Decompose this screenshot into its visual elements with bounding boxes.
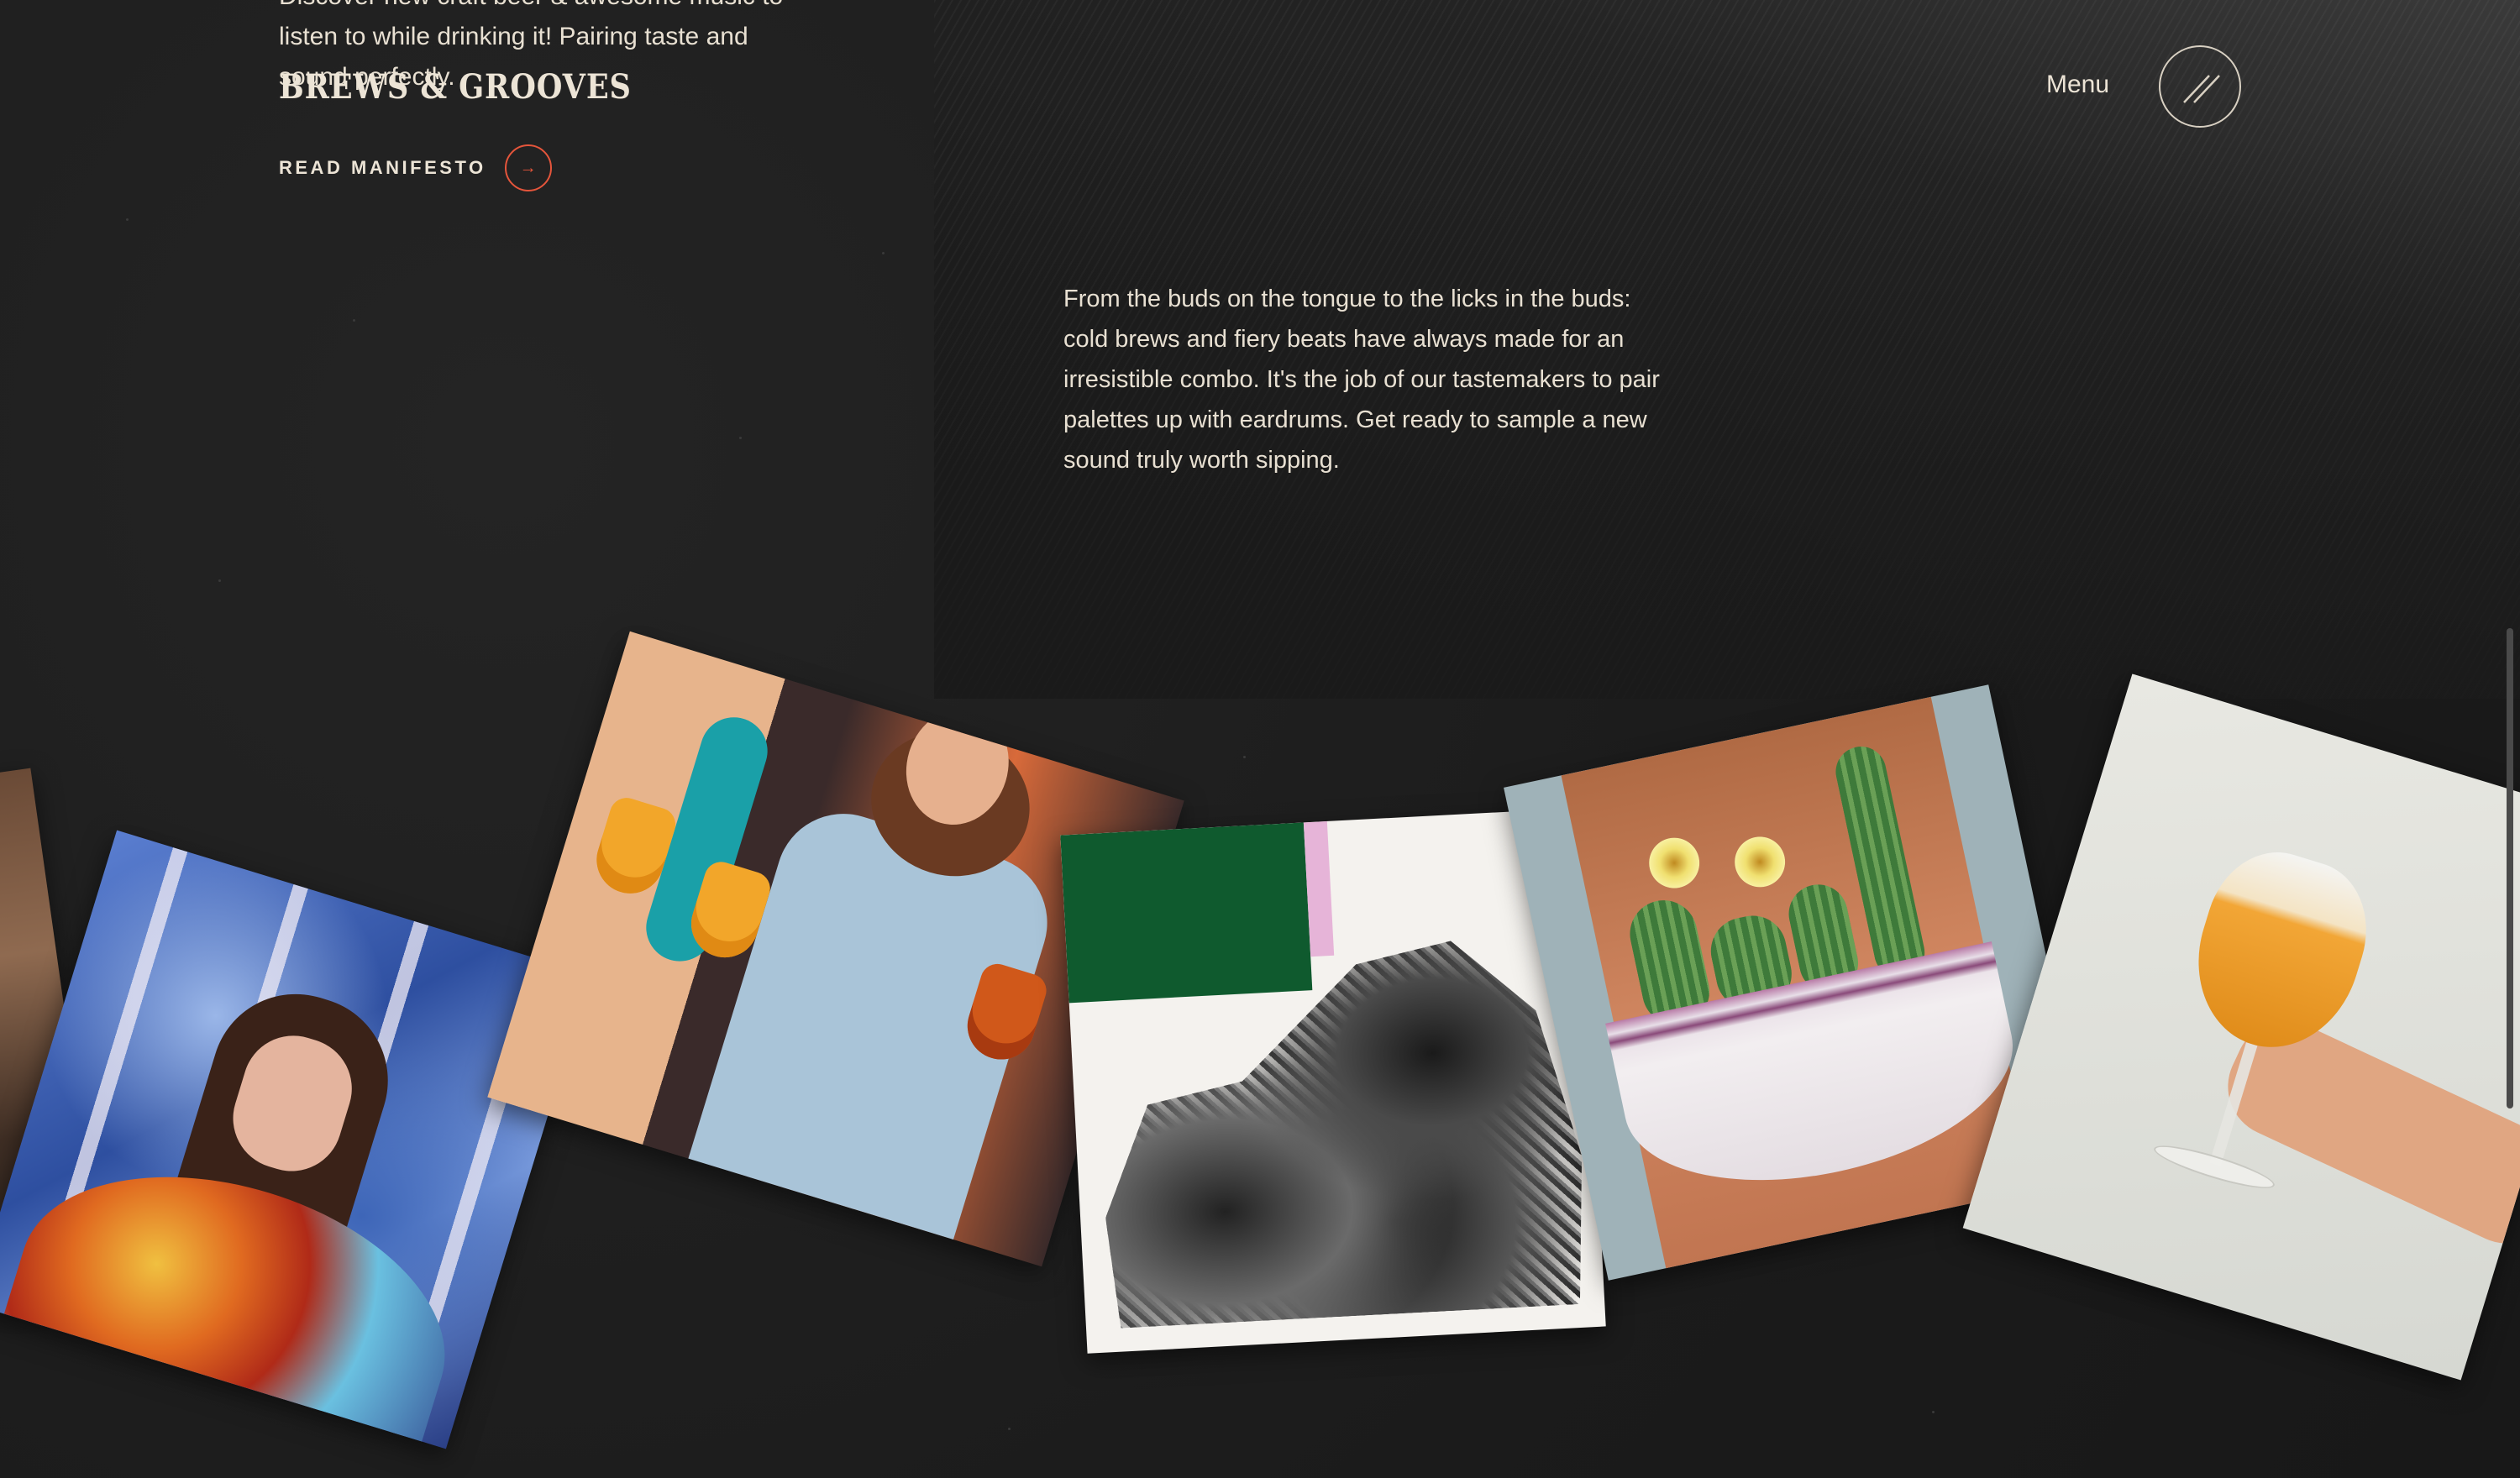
read-manifesto-link[interactable]: READ MANIFESTO →	[279, 144, 552, 191]
intro-line: Discover new craft beer & awesome music …	[279, 0, 800, 17]
menu-label[interactable]: Menu	[2046, 71, 2109, 99]
read-manifesto-label: READ MANIFESTO	[279, 157, 486, 178]
background-speck	[882, 252, 885, 254]
page-scrollbar[interactable]	[2507, 628, 2513, 1108]
menu-button[interactable]	[2159, 45, 2241, 128]
intro-line: listen to while drinking it! Pairing tas…	[279, 23, 748, 50]
background-speck	[353, 319, 355, 322]
double-slash-icon	[2183, 75, 2220, 103]
arrow-right-icon: →	[504, 144, 552, 191]
gallery-photo-album-art[interactable]	[1060, 808, 1606, 1354]
background-speck	[126, 218, 129, 221]
background-speck	[1932, 1411, 1935, 1413]
background-speck	[218, 579, 221, 582]
photo-detail	[1060, 822, 1313, 1004]
about-paragraph: From the buds on the tongue to the licks…	[1063, 286, 1660, 474]
background-speck	[1008, 1428, 1011, 1430]
background-speck	[739, 437, 742, 439]
site-logo[interactable]: BREWS & GROOVES	[279, 67, 632, 107]
background-speck	[1243, 756, 1246, 758]
beer-glass	[2175, 836, 2385, 1068]
